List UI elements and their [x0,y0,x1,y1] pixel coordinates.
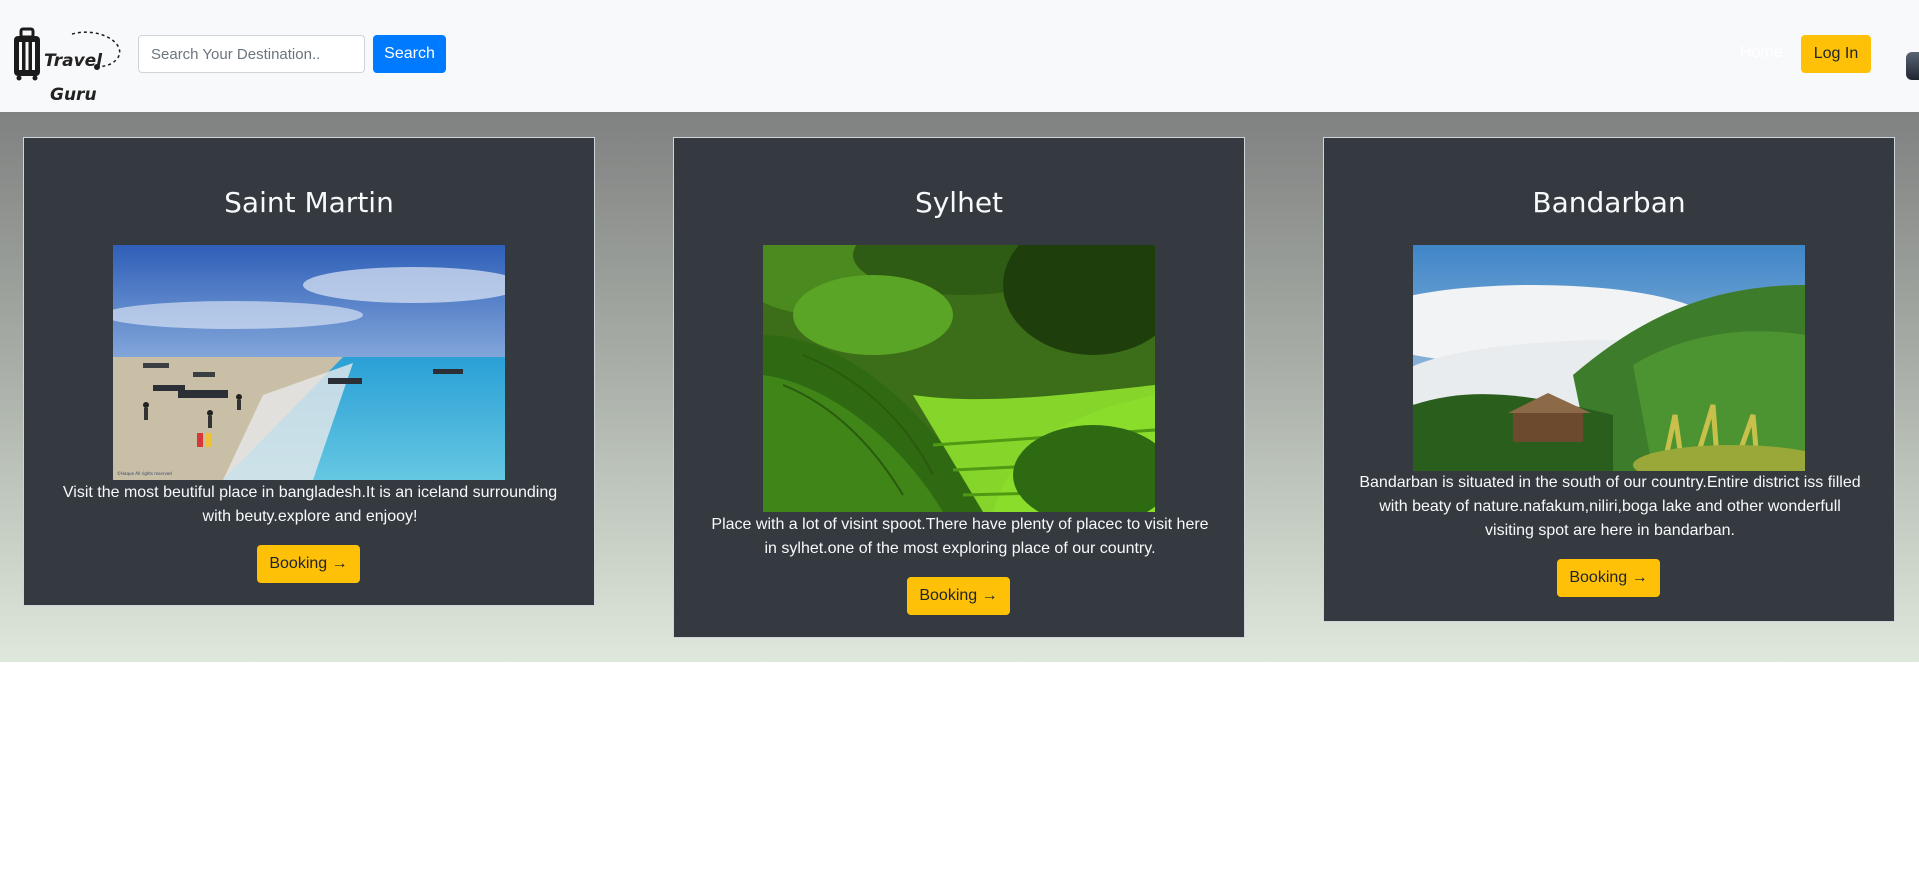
nav-home-link[interactable]: Home [1740,44,1783,62]
navbar: Travel Guru Search Home Log In [0,0,1919,112]
card-title: Saint Martin [224,186,394,219]
card-title: Sylhet [914,186,1004,219]
search-button[interactable]: Search [373,35,446,73]
saint-martin-image: ©Haque All rights reserved [113,245,505,480]
travel-guru-logo[interactable]: Travel Guru [12,26,124,104]
sylhet-image [763,245,1155,512]
booking-button[interactable]: Booking → [1557,559,1660,597]
search-input[interactable] [138,35,365,73]
booking-button[interactable]: Booking → [907,577,1010,615]
login-button[interactable]: Log In [1801,35,1871,73]
logo-line2: Guru [50,85,97,105]
card-description: Bandarban is situated in the south of ou… [1359,474,1861,539]
destinations-section: Saint Martin ©Haque All rights reserved … [0,112,1919,662]
card-title: Bandarban [1532,186,1686,219]
logo-text: Travel Guru [44,36,102,121]
card-description: Place with a lot of visint spoot.There h… [711,516,1209,557]
image-watermark: ©Haque All rights reserved [117,471,172,476]
booking-button[interactable]: Booking → [257,545,360,583]
card-description: Visit the most beutiful place in banglad… [62,484,558,525]
destination-card-saint-martin: Saint Martin ©Haque All rights reserved … [23,137,595,606]
avatar[interactable] [1906,52,1919,80]
destination-card-sylhet: Sylhet Place with a lot of visint spoot.… [673,137,1245,638]
bandarban-image [1413,245,1805,471]
destination-card-bandarban: Bandarban Bandarban is situated in the s… [1323,137,1895,622]
logo-line1: Travel [44,51,103,71]
